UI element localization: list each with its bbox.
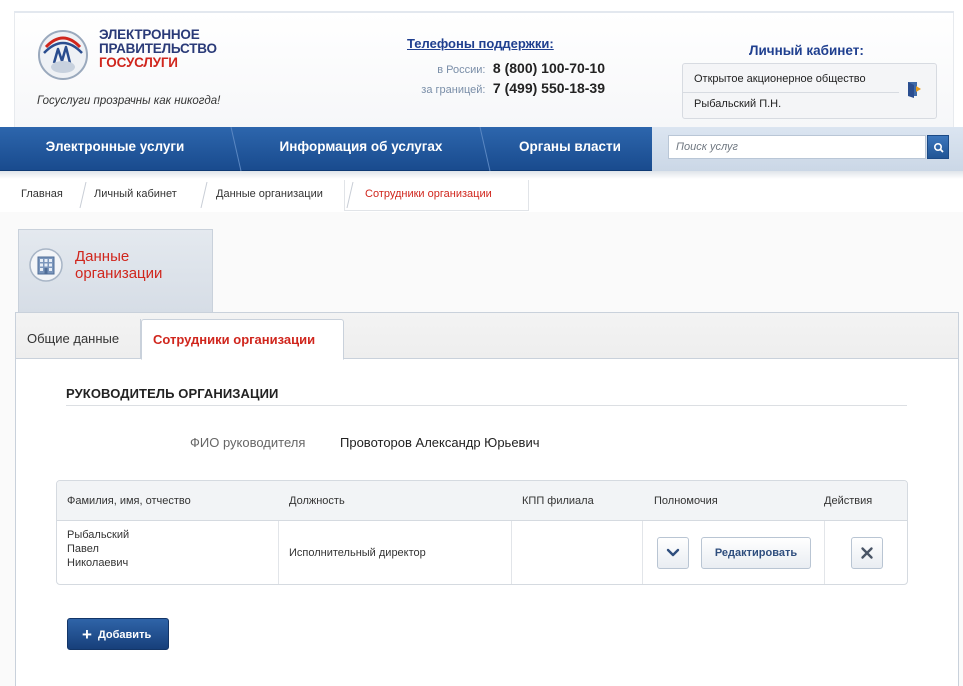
search-input[interactable]: [668, 135, 926, 159]
head-name-value: Провоторов Александр Юрьевич: [340, 435, 540, 450]
breadcrumb-home[interactable]: Главная: [21, 180, 63, 208]
breadcrumb-employees: Сотрудники организации: [365, 188, 492, 200]
breadcrumb-cabinet[interactable]: Личный кабинет: [94, 180, 177, 208]
nav-authorities[interactable]: Органы власти: [490, 127, 650, 170]
logout-icon[interactable]: [905, 80, 923, 98]
tab-employees[interactable]: Сотрудники организации: [141, 319, 344, 360]
add-employee-button[interactable]: + Добавить: [67, 618, 169, 650]
chevron-down-icon: [666, 548, 680, 557]
head-section-title: РУКОВОДИТЕЛЬ ОРГАНИЗАЦИИ: [66, 386, 279, 401]
site-header: ЭЛЕКТРОННОЕ ПРАВИТЕЛЬСТВО ГОСУСЛУГИ Госу…: [0, 0, 963, 127]
cabinet-box: Открытое акционерное общество Рыбальский…: [682, 63, 937, 119]
head-section-divider: [66, 405, 907, 406]
cell-patronymic: Николаевич: [67, 557, 129, 569]
column-header-name: Фамилия, имя, отчество: [67, 495, 191, 507]
cell-full-name: Рыбальский Павел Николаевич: [67, 528, 129, 570]
building-icon: [29, 248, 63, 282]
table-header: Фамилия, имя, отчество Должность КПП фил…: [57, 481, 907, 521]
logo-line-1: ЭЛЕКТРОННОЕ: [99, 27, 200, 42]
cell-first-name: Павел: [67, 543, 99, 555]
main-nav: Электронные услуги Информация об услугах…: [0, 127, 963, 171]
phone-label-abroad: за границей:: [421, 84, 486, 96]
phone-number-russia: 8 (800) 100-70-10: [492, 60, 605, 76]
logo-title[interactable]: ЭЛЕКТРОННОЕ ПРАВИТЕЛЬСТВО ГОСУСЛУГИ: [99, 28, 259, 70]
column-header-kpp: КПП филиала: [522, 495, 594, 507]
column-header-actions: Действия: [824, 495, 873, 507]
breadcrumb: Главная Личный кабинет Данные организаци…: [0, 180, 963, 214]
tab-general-data[interactable]: Общие данные: [16, 319, 130, 360]
phone-row-russia: в России: 8 (800) 100-70-10: [437, 60, 605, 78]
support-phones-link[interactable]: Телефоны поддержки:: [407, 36, 554, 51]
add-button-label: Добавить: [97, 629, 152, 641]
head-name-label: ФИО руководителя: [190, 435, 306, 450]
column-divider: [511, 521, 512, 584]
close-icon: [861, 547, 873, 559]
section-tile-org-data[interactable]: Данные организации: [18, 229, 213, 312]
cell-last-name: Рыбальский: [67, 529, 130, 541]
breadcrumb-separator: [200, 182, 208, 208]
delete-button[interactable]: [851, 537, 883, 569]
column-header-position: Должность: [289, 495, 345, 507]
breadcrumb-org-data[interactable]: Данные организации: [216, 180, 323, 208]
edit-button[interactable]: Редактировать: [701, 537, 811, 569]
employees-table: Фамилия, имя, отчество Должность КПП фил…: [56, 480, 908, 585]
gosuslugi-logo-icon[interactable]: [34, 27, 92, 81]
phone-row-abroad: за границей: 7 (499) 550-18-39: [421, 80, 605, 98]
nav-electronic-services[interactable]: Электронные услуги: [0, 127, 230, 170]
header-slogan: Госуслуги прозрачны как никогда!: [37, 95, 221, 107]
column-divider: [278, 521, 279, 584]
cell-position: Исполнительный директор: [289, 547, 426, 559]
section-tile-line-1: Данные: [75, 248, 130, 265]
cabinet-divider: [683, 92, 899, 93]
nav-service-info[interactable]: Информация об услугах: [236, 127, 486, 170]
logo-line-3: ГОСУСЛУГИ: [99, 55, 178, 70]
logo-line-2: ПРАВИТЕЛЬСТВО: [99, 41, 217, 56]
search-button[interactable]: [927, 135, 949, 159]
section-tile-label: Данные организации: [75, 248, 162, 282]
nav-search-area: [652, 127, 963, 171]
column-header-authority: Полномочия: [654, 495, 718, 507]
expand-authority-button[interactable]: [657, 537, 689, 569]
nav-shadow: [0, 171, 963, 179]
cabinet-organization[interactable]: Открытое акционерное общество: [694, 73, 904, 85]
section-tile-line-2: организации: [75, 265, 163, 282]
plus-icon: +: [82, 625, 92, 644]
breadcrumb-separator: [79, 182, 87, 208]
search-icon: [934, 143, 944, 153]
column-divider: [642, 521, 643, 584]
breadcrumb-separator: [346, 182, 354, 208]
cabinet-user[interactable]: Рыбальский П.Н.: [694, 98, 781, 110]
phone-label-russia: в России:: [437, 64, 486, 76]
column-divider: [824, 521, 825, 584]
phone-number-abroad: 7 (499) 550-18-39: [492, 80, 605, 96]
cabinet-title: Личный кабинет:: [749, 43, 864, 58]
